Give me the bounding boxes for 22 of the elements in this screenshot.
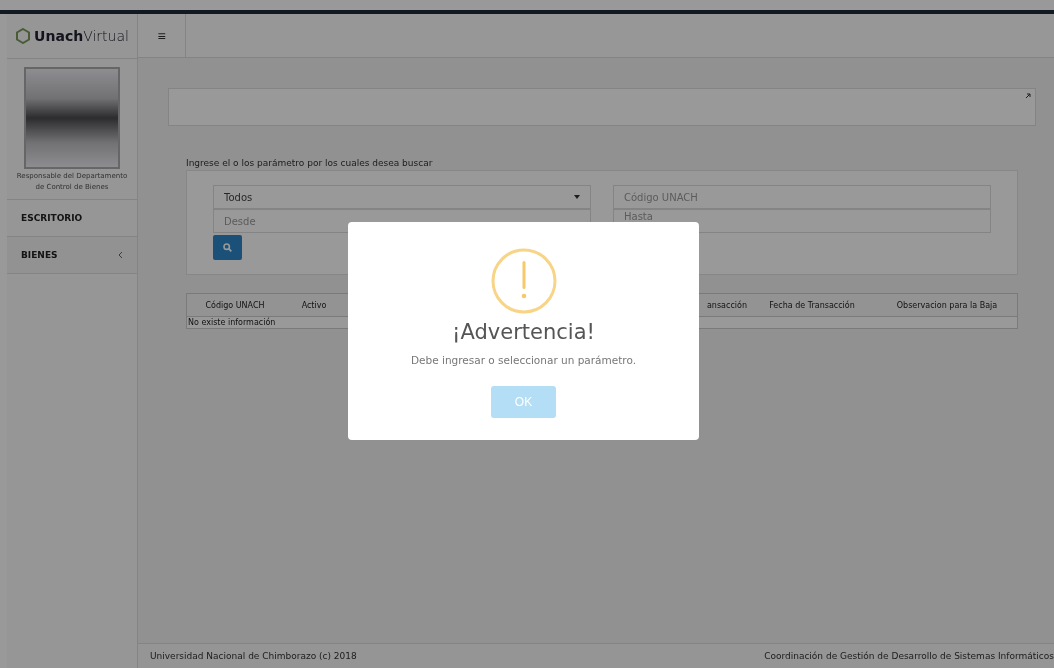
search-prompt: Ingrese el o los parámetro por los cuales desea buscar <box>186 158 434 168</box>
warning-icon <box>490 248 557 314</box>
brand-name: UnachVirtual <box>34 28 129 44</box>
dialog-message: Debe ingresar o seleccionar un parámetro. <box>411 354 636 366</box>
column-header: ansacción <box>705 300 747 310</box>
dialog-title: ¡Advertencia! <box>452 320 595 344</box>
column-header: Código UNACH <box>204 300 266 310</box>
empty-message: No existe información <box>187 317 277 328</box>
search-button[interactable] <box>213 235 242 260</box>
expand-icon <box>1024 92 1032 100</box>
sidebar-item[interactable]: BIENES <box>7 237 137 274</box>
caret-icon <box>574 195 580 199</box>
search-icon <box>223 243 232 252</box>
logo-icon <box>15 28 32 44</box>
type-select[interactable]: Todos <box>213 185 591 209</box>
footer-text: Coordinación de Gestión de Desarrollo de Sistemas Informáticos <box>764 651 1054 661</box>
column-header: Fecha de Transacción <box>768 300 856 310</box>
column-header: Observacion para la Baja <box>895 300 999 310</box>
column-header: Activo <box>300 300 328 310</box>
footer-text: Universidad Nacional de Chimborazo (c) 2018 <box>150 651 357 661</box>
chevron-icon <box>117 251 123 259</box>
menu-button[interactable]: ≡ <box>138 14 186 57</box>
